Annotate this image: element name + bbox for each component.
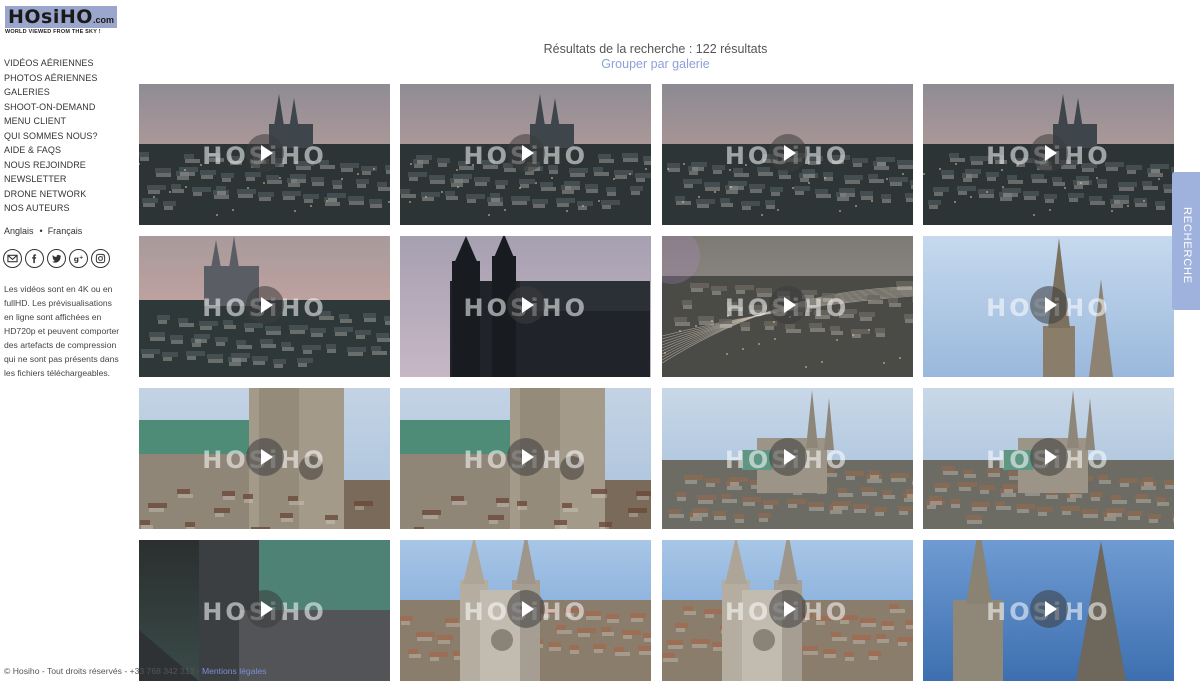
video-thumbnail[interactable]: HOSiHO [139,540,390,681]
facebook-icon[interactable] [25,249,44,268]
email-icon[interactable] [3,249,22,268]
social-links: g + [3,249,110,268]
video-thumbnail[interactable]: HOSiHO [661,540,913,681]
play-icon[interactable] [768,438,807,476]
logo-tagline: WORLD VIEWED FROM THE SKY ! [5,29,101,35]
preview-notice: Les vidéos sont en 4K ou en fullHD. Les … [4,284,120,378]
play-icon[interactable] [768,134,807,172]
play-icon[interactable] [768,286,807,324]
video-thumbnail[interactable]: HOSiHO [139,84,390,225]
nav-item-drone-network[interactable]: DRONE NETWORK [4,187,98,202]
video-thumbnail[interactable]: HOSiHO [139,236,390,377]
play-icon[interactable] [1029,286,1068,324]
footer-copyright: © Hosiho - Tout droits réservés - +33 76… [4,666,202,676]
logo-suffix: .com [92,15,114,25]
search-tab[interactable]: RECHERCHE [1172,172,1200,310]
nav-item-client-menu[interactable]: MENU CLIENT [4,114,98,129]
video-thumbnail[interactable]: HOSiHO [400,84,652,225]
nav-item-shoot-on-demand[interactable]: SHOOT-ON-DEMAND [4,100,98,115]
video-thumbnail[interactable]: HOSiHO [400,540,652,681]
sidebar: HOsiHO.com WORLD VIEWED FROM THE SKY ! V… [0,0,128,681]
play-icon[interactable] [246,286,284,324]
logo-text: HOsiHO [8,6,93,28]
lang-separator: • [39,226,43,236]
nav-item-about[interactable]: QUI SOMMES NOUS? [4,129,98,144]
video-thumbnail[interactable]: HOSiHO [661,84,913,225]
video-thumbnail[interactable]: HOSiHO [922,388,1174,529]
video-thumbnail[interactable]: HOSiHO [139,388,390,529]
video-thumbnail[interactable]: HOSiHO [400,388,652,529]
video-thumbnail[interactable]: HOSiHO [661,236,913,377]
nav-item-aerial-photos[interactable]: PHOTOS AÉRIENNES [4,71,98,86]
nav-item-newsletter[interactable]: NEWSLETTER [4,172,98,187]
video-thumbnail[interactable]: HOSiHO [922,236,1174,377]
play-icon[interactable] [768,590,807,628]
play-icon[interactable] [246,438,284,476]
twitter-icon[interactable] [47,249,66,268]
video-thumbnail[interactable]: HOSiHO [922,540,1174,681]
nav-item-galleries[interactable]: GALERIES [4,85,98,100]
play-icon[interactable] [1029,590,1068,628]
footer: © Hosiho - Tout droits réservés - +33 76… [4,666,266,676]
results-grid: HOSiHOHOSiHOHOSiHOHOSiHOHOSiHOHOSiHOHOSi… [139,84,1174,681]
main-nav: VIDÉOS AÉRIENNES PHOTOS AÉRIENNES GALERI… [4,56,98,216]
google-plus-icon[interactable]: g + [69,249,88,268]
site-logo[interactable]: HOsiHO.com WORLD VIEWED FROM THE SKY ! [5,6,117,36]
play-icon[interactable] [246,134,284,172]
logo-badge: HOsiHO.com [5,6,117,28]
language-switcher: Anglais • Français [4,226,86,236]
svg-text:+: + [79,255,84,261]
video-thumbnail[interactable]: HOSiHO [400,236,652,377]
search-tab-label: RECHERCHE [1181,207,1193,284]
legal-notice-link[interactable]: Mentions légales [202,666,267,676]
play-icon[interactable] [1029,134,1068,172]
lang-english[interactable]: Anglais [4,226,34,236]
video-thumbnail[interactable]: HOSiHO [661,388,913,529]
video-thumbnail[interactable]: HOSiHO [922,84,1174,225]
lang-french[interactable]: Français [48,226,83,236]
play-icon[interactable] [1029,438,1068,476]
play-icon[interactable] [246,590,284,628]
instagram-icon[interactable] [91,249,110,268]
group-by-gallery-link[interactable]: Grouper par galerie [138,57,1173,71]
nav-item-help-faqs[interactable]: AIDE & FAQS [4,143,98,158]
results-count: Résultats de la recherche : 122 résultat… [543,42,768,56]
nav-item-aerial-videos[interactable]: VIDÉOS AÉRIENNES [4,56,98,71]
nav-item-authors[interactable]: NOS AUTEURS [4,201,98,216]
nav-item-join-us[interactable]: NOUS REJOINDRE [4,158,98,173]
